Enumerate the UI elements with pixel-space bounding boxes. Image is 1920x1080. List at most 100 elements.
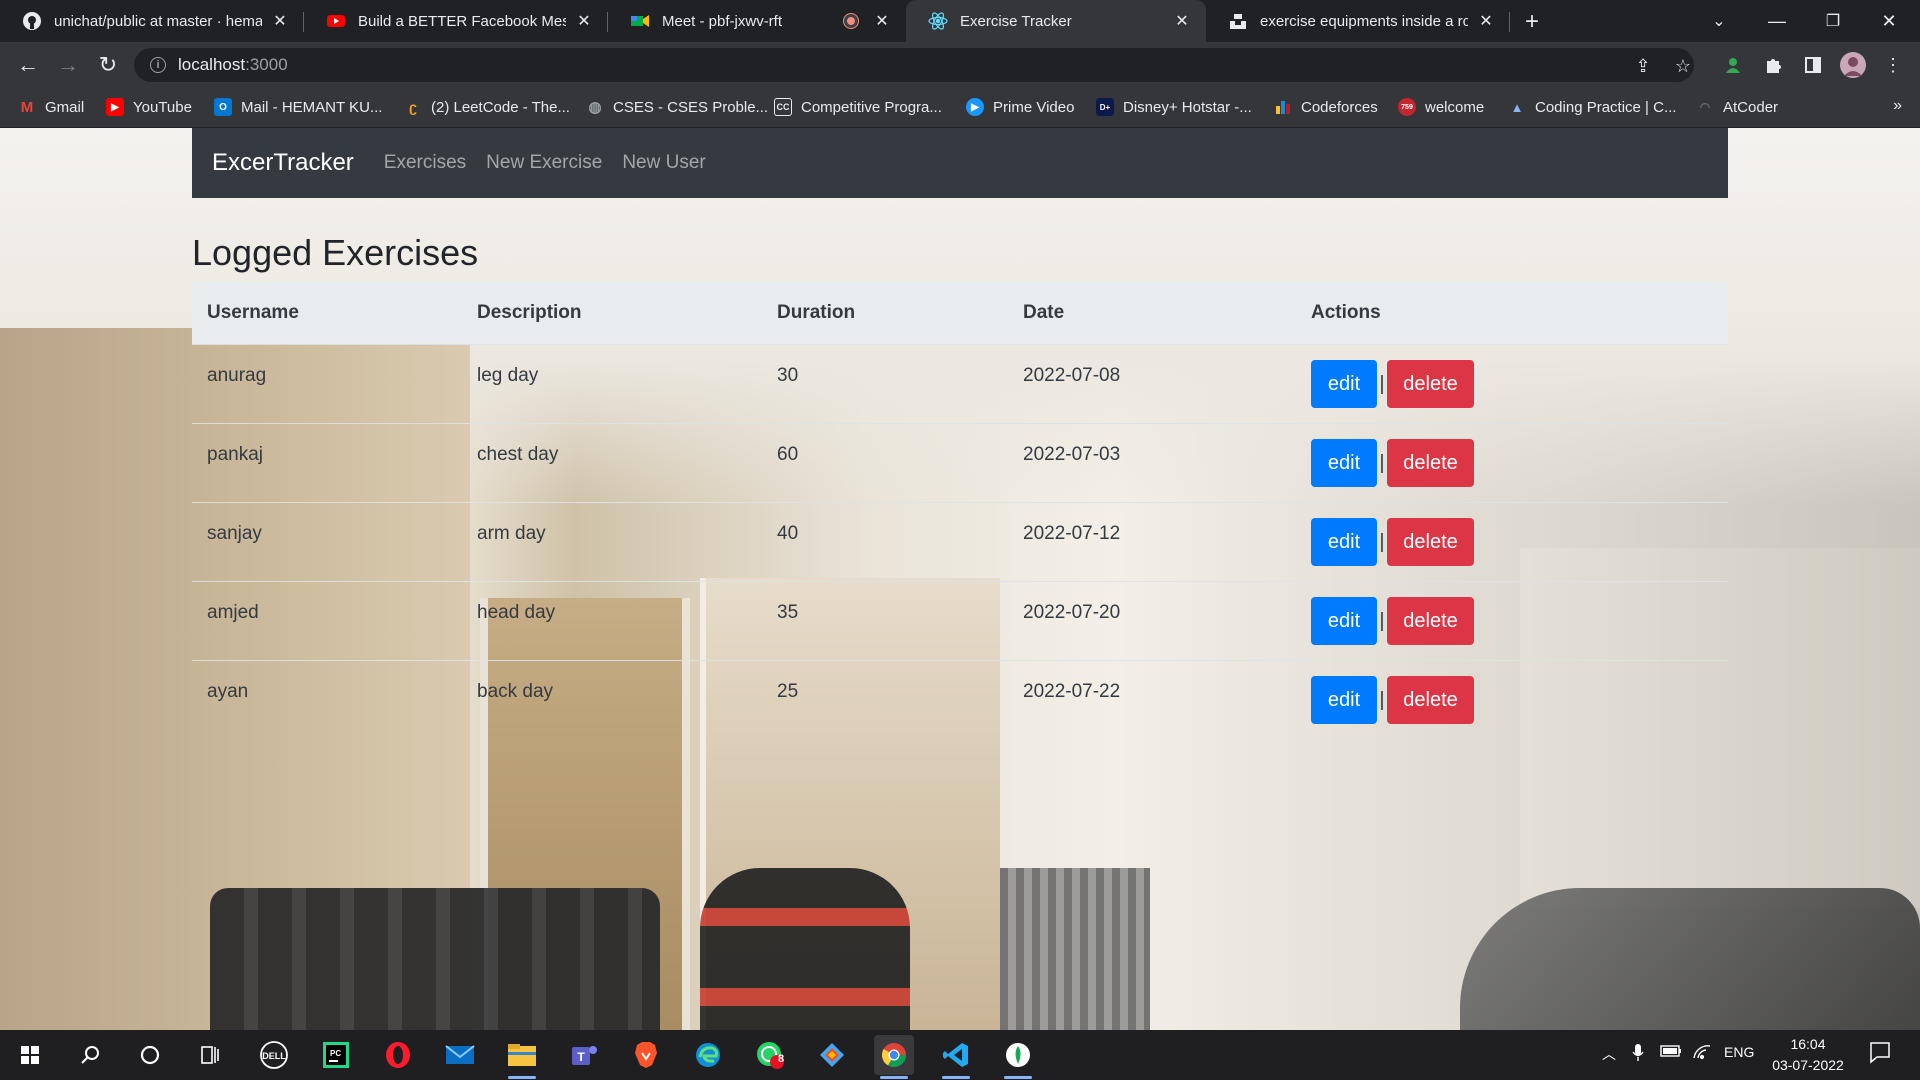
tab-unsplash[interactable]: exercise equipments inside a roo ✕ bbox=[1206, 0, 1510, 42]
bookmark-label: Prime Video bbox=[993, 98, 1075, 116]
bookmark-cses[interactable]: ◍ CSES - CSES Proble... bbox=[586, 88, 768, 126]
cell-username: anurag bbox=[207, 365, 267, 386]
tab-github[interactable]: unichat/public at master · heman ✕ bbox=[0, 0, 304, 42]
action-separator: | bbox=[1379, 451, 1385, 474]
nav-link-new-exercise[interactable]: New Exercise bbox=[486, 152, 602, 174]
chrome-icon[interactable] bbox=[874, 1035, 914, 1079]
table-row: ayan back day 25 2022-07-22 edit | delet… bbox=[192, 660, 1728, 739]
bookmark-codeforces[interactable]: Codeforces bbox=[1274, 88, 1378, 126]
show-hidden-icons-chevron-icon[interactable]: ︿ bbox=[1602, 1044, 1616, 1064]
window-close-icon[interactable]: ✕ bbox=[1862, 0, 1916, 42]
edit-button[interactable]: edit bbox=[1311, 597, 1377, 645]
bookmark-label: Mail - HEMANT KU... bbox=[241, 98, 383, 116]
bookmark-prime-video[interactable]: ▶ Prime Video bbox=[966, 88, 1074, 126]
globe-icon: ◍ bbox=[588, 99, 602, 116]
notifications-icon[interactable] bbox=[1868, 1040, 1892, 1067]
microphone-icon[interactable] bbox=[1632, 1044, 1644, 1065]
system-clock[interactable]: 16:04 03-07-2022 bbox=[1766, 1034, 1850, 1076]
pycharm-icon[interactable]: PC bbox=[316, 1035, 356, 1075]
bookmark-hotstar[interactable]: D+ Disney+ Hotstar -... bbox=[1096, 88, 1252, 126]
exercises-table: Username Description Duration Date Actio… bbox=[192, 282, 1728, 739]
close-icon[interactable]: ✕ bbox=[1172, 11, 1192, 31]
restore-icon[interactable]: ❐ bbox=[1806, 0, 1860, 42]
extension-green-icon[interactable] bbox=[1720, 52, 1746, 78]
address-bar[interactable]: i localhost:3000 bbox=[134, 48, 1694, 82]
bookmark-gmail[interactable]: M Gmail bbox=[18, 88, 84, 126]
side-panel-icon[interactable] bbox=[1800, 52, 1826, 78]
nav-link-exercises[interactable]: Exercises bbox=[384, 152, 466, 174]
mail-icon[interactable] bbox=[440, 1035, 480, 1075]
delete-button[interactable]: delete bbox=[1387, 676, 1474, 724]
unsplash-icon bbox=[1228, 11, 1248, 31]
extensions-puzzle-icon[interactable] bbox=[1760, 52, 1786, 78]
task-view-icon[interactable] bbox=[190, 1035, 230, 1075]
tab-meet[interactable]: Meet - pbf-jxwv-rft ✕ bbox=[608, 0, 906, 42]
bookmarks-bar: M Gmail ▶ YouTube O Mail - HEMANT KU... … bbox=[0, 88, 1920, 128]
share-icon[interactable]: ⇪ bbox=[1632, 55, 1654, 77]
bookmark-atcoder[interactable]: ◠ AtCoder bbox=[1696, 88, 1778, 126]
teams-icon[interactable]: T bbox=[564, 1035, 604, 1075]
delete-button[interactable]: delete bbox=[1387, 439, 1474, 487]
bookmark-label: CSES - CSES Proble... bbox=[613, 98, 769, 116]
edge-icon[interactable] bbox=[688, 1035, 728, 1075]
battery-icon[interactable] bbox=[1660, 1044, 1682, 1061]
brand-link[interactable]: ExcerTracker bbox=[212, 149, 354, 177]
wifi-icon[interactable] bbox=[1692, 1044, 1712, 1063]
background-medicine-balls bbox=[700, 868, 910, 1030]
edit-button[interactable]: edit bbox=[1311, 676, 1377, 724]
vscode-icon[interactable] bbox=[936, 1035, 976, 1079]
bookmark-star-icon[interactable]: ☆ bbox=[1672, 55, 1694, 77]
mountain-icon: ▲ bbox=[1510, 99, 1524, 115]
mongodb-compass-icon[interactable] bbox=[998, 1035, 1038, 1079]
react-icon bbox=[928, 11, 948, 31]
column-header-date: Date bbox=[1023, 302, 1065, 323]
file-explorer-icon[interactable] bbox=[502, 1035, 542, 1079]
whatsapp-icon[interactable]: 8 bbox=[750, 1035, 790, 1075]
bookmark-coding-practice[interactable]: ▲ Coding Practice | C... bbox=[1508, 88, 1677, 126]
nav-link-new-user[interactable]: New User bbox=[622, 152, 705, 174]
reload-icon[interactable]: ↻ bbox=[92, 49, 124, 81]
bookmark-youtube[interactable]: ▶ YouTube bbox=[106, 88, 192, 126]
git-kraken-icon[interactable] bbox=[812, 1035, 852, 1075]
edit-button[interactable]: edit bbox=[1311, 518, 1377, 566]
tab-title: Exercise Tracker bbox=[960, 12, 1072, 30]
minimize-icon[interactable]: — bbox=[1750, 0, 1804, 42]
column-header-duration: Duration bbox=[777, 302, 856, 323]
cell-date: 2022-07-22 bbox=[1023, 681, 1121, 702]
app-navbar: ExcerTracker Exercises New Exercise New … bbox=[192, 128, 1728, 198]
bookmark-competitive-programming[interactable]: CC Competitive Progra... bbox=[774, 88, 942, 126]
close-icon[interactable]: ✕ bbox=[872, 11, 892, 31]
tab-exercise-tracker[interactable]: Exercise Tracker ✕ bbox=[906, 0, 1206, 42]
delete-button[interactable]: delete bbox=[1387, 597, 1474, 645]
language-indicator[interactable]: ENG bbox=[1724, 1044, 1754, 1060]
close-icon[interactable]: ✕ bbox=[270, 11, 290, 31]
cortana-icon[interactable] bbox=[130, 1035, 170, 1075]
bookmark-welcome[interactable]: 759 welcome bbox=[1398, 88, 1484, 126]
dell-icon[interactable]: DELL bbox=[254, 1035, 294, 1075]
column-header-actions: Actions bbox=[1311, 302, 1381, 323]
page-viewport: ExcerTracker Exercises New Exercise New … bbox=[0, 128, 1920, 1030]
more-bookmarks-icon[interactable]: » bbox=[1893, 97, 1902, 115]
close-icon[interactable]: ✕ bbox=[1476, 11, 1496, 31]
search-icon[interactable] bbox=[70, 1035, 110, 1075]
forward-arrow-icon[interactable]: → bbox=[52, 49, 84, 81]
profile-avatar[interactable] bbox=[1840, 52, 1866, 78]
site-info-icon[interactable]: i bbox=[150, 57, 166, 73]
clock-date: 03-07-2022 bbox=[1772, 1057, 1844, 1073]
back-arrow-icon[interactable]: ← bbox=[12, 49, 44, 81]
bookmark-leetcode[interactable]: ʗ (2) LeetCode - The... bbox=[404, 88, 570, 126]
tab-youtube[interactable]: Build a BETTER Facebook Messen ✕ bbox=[304, 0, 608, 42]
delete-button[interactable]: delete bbox=[1387, 518, 1474, 566]
close-icon[interactable]: ✕ bbox=[574, 11, 594, 31]
delete-button[interactable]: delete bbox=[1387, 360, 1474, 408]
new-tab-plus-icon[interactable]: + bbox=[1518, 8, 1546, 36]
menu-kebab-icon[interactable]: ⋮ bbox=[1880, 52, 1906, 78]
action-separator: | bbox=[1379, 372, 1385, 395]
windows-start-icon[interactable] bbox=[10, 1035, 50, 1075]
bookmark-mail[interactable]: O Mail - HEMANT KU... bbox=[214, 88, 382, 126]
opera-icon[interactable] bbox=[378, 1035, 418, 1075]
edit-button[interactable]: edit bbox=[1311, 360, 1377, 408]
tab-search-chevron-icon[interactable]: ⌄ bbox=[1692, 0, 1746, 42]
brave-icon[interactable] bbox=[626, 1035, 666, 1075]
edit-button[interactable]: edit bbox=[1311, 439, 1377, 487]
